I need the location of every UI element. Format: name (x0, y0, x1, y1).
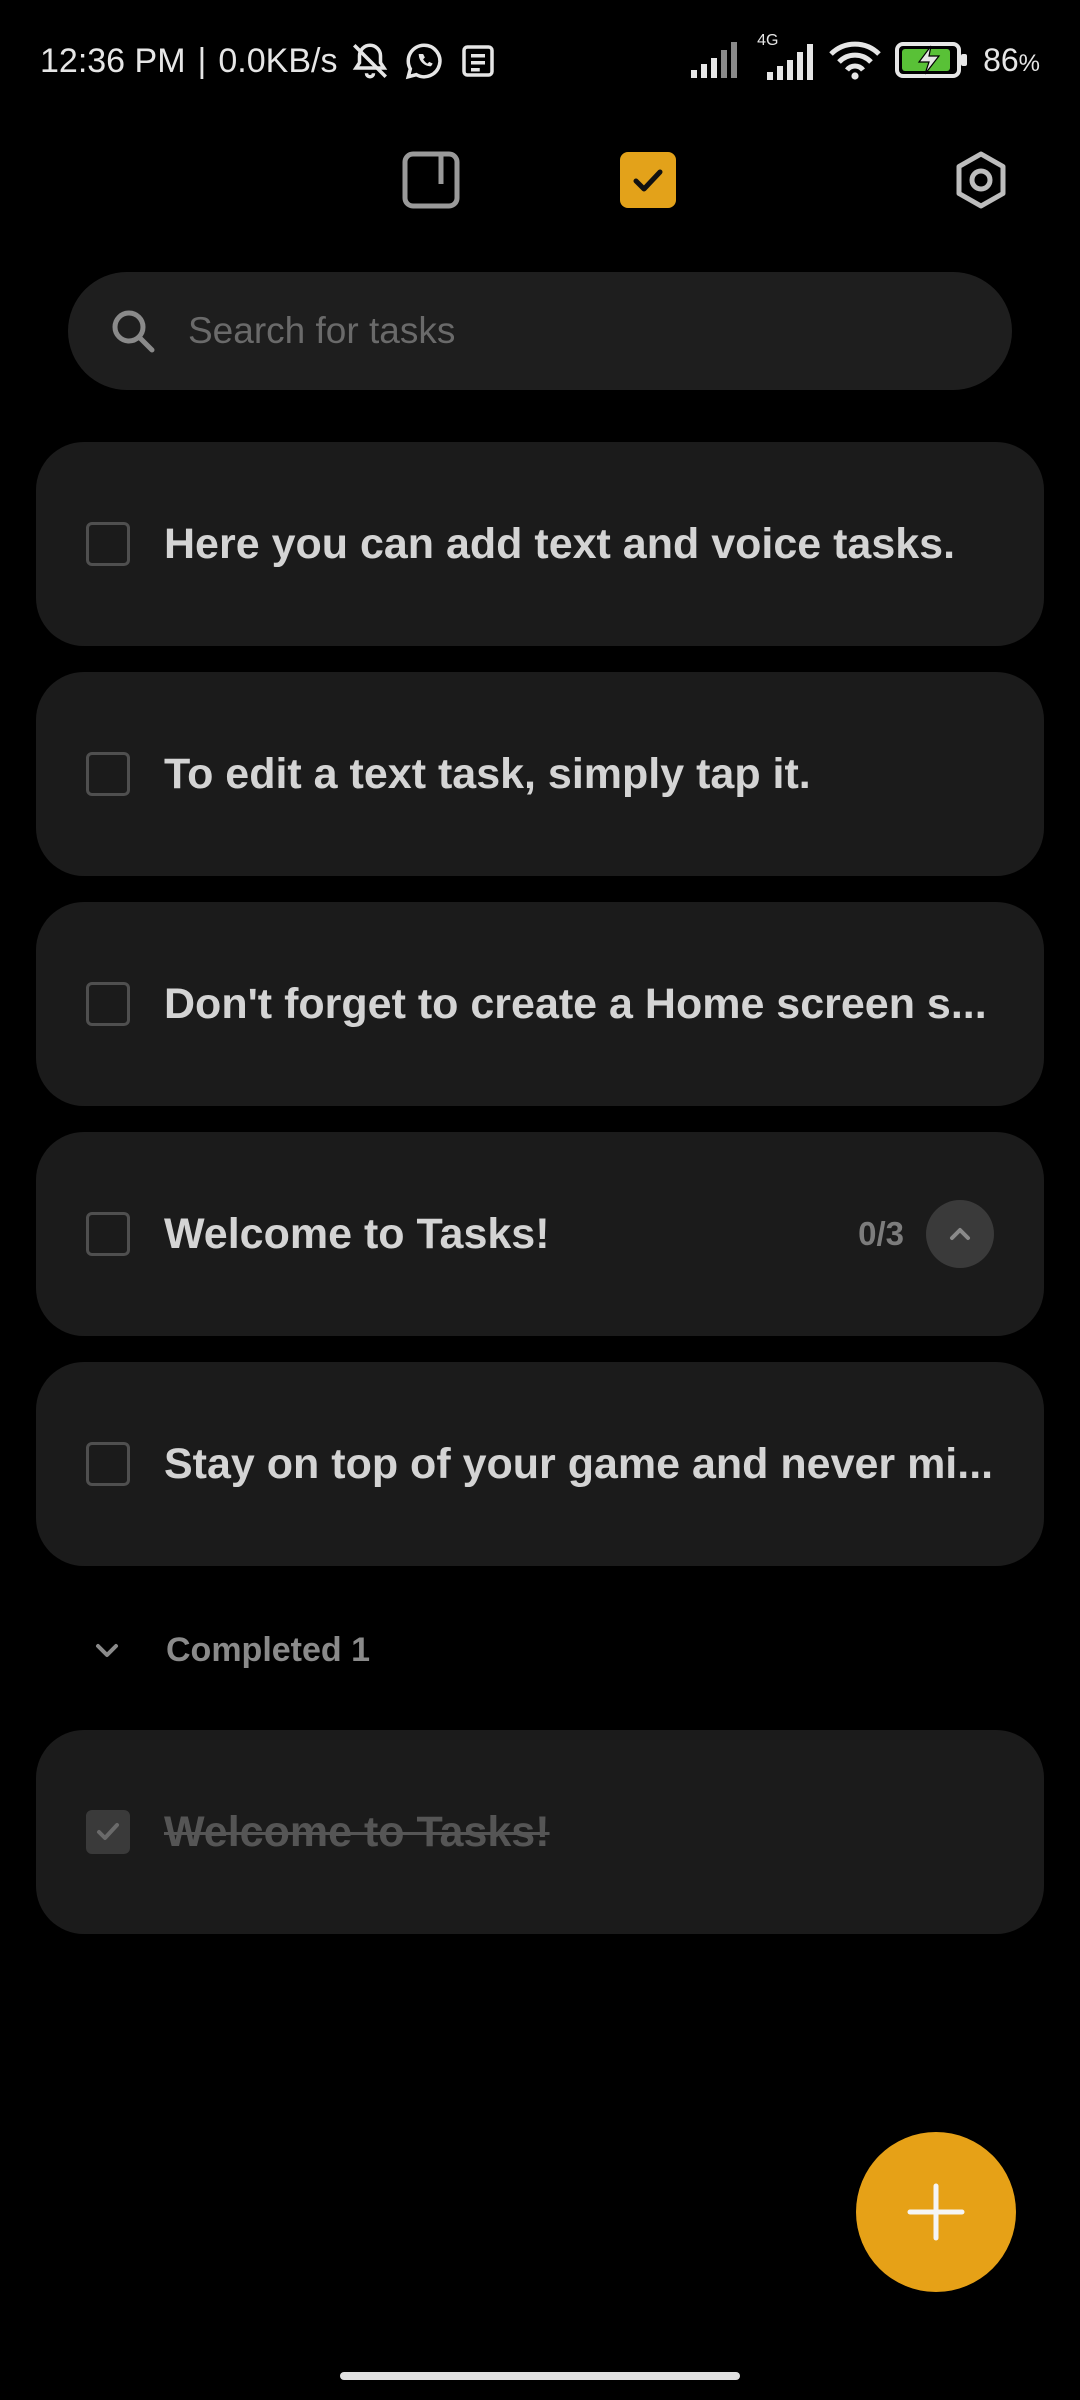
battery-level: 86 (983, 41, 1019, 78)
chevron-down-icon (96, 1644, 118, 1657)
battery-unit: % (1018, 49, 1040, 77)
search-icon (112, 310, 155, 353)
tasks-icon[interactable] (618, 150, 678, 210)
expand-subtasks-button[interactable] (926, 1200, 994, 1268)
news-icon (462, 45, 495, 77)
whatsapp-icon (406, 43, 443, 80)
status-bar: 12:36 PM | 0.0KB/s 4G 86% (0, 0, 1080, 130)
task-checkbox[interactable] (86, 1212, 130, 1256)
task-list: Here you can add text and voice tasks. T… (36, 442, 1044, 1592)
task-item[interactable]: Stay on top of your game and never mi... (36, 1362, 1044, 1566)
home-indicator[interactable] (340, 2372, 740, 2380)
wifi-icon (829, 41, 881, 80)
task-checkbox[interactable] (86, 1442, 130, 1486)
status-left: 12:36 PM | 0.0KB/s (40, 40, 499, 82)
add-task-button[interactable] (856, 2132, 1016, 2292)
task-checkbox[interactable] (86, 752, 130, 796)
task-text: Don't forget to create a Home screen s..… (164, 979, 987, 1028)
search-bar[interactable] (68, 272, 1012, 390)
task-text: Here you can add text and voice tasks. (164, 519, 956, 568)
battery-charging-icon (895, 42, 968, 78)
completed-task-item[interactable]: Welcome to Tasks! (36, 1730, 1044, 1934)
task-text: Stay on top of your game and never mi... (164, 1439, 994, 1488)
plus-icon (907, 2183, 965, 2241)
status-time: 12:36 PM (40, 41, 186, 80)
task-checkbox[interactable] (86, 982, 130, 1026)
task-item[interactable]: Welcome to Tasks! 0/3 (36, 1132, 1044, 1336)
signal-icon (691, 42, 738, 78)
task-text: Welcome to Tasks! (164, 1209, 550, 1258)
status-separator: | (197, 41, 207, 80)
status-net-speed: 0.0KB/s (218, 41, 338, 80)
chevron-up-icon (950, 1228, 970, 1240)
task-text: To edit a text task, simply tap it. (164, 749, 811, 798)
task-checkbox-checked[interactable] (86, 1810, 130, 1854)
subtask-count: 0/3 (858, 1215, 904, 1252)
bell-off-icon (353, 43, 388, 79)
completed-label: Completed 1 (166, 1630, 371, 1669)
search-input[interactable] (186, 309, 950, 353)
task-checkbox[interactable] (86, 522, 130, 566)
check-icon (97, 1823, 119, 1840)
task-text: Welcome to Tasks! (164, 1807, 550, 1856)
status-right: 4G 86% (689, 32, 1040, 80)
task-item[interactable]: Here you can add text and voice tasks. (36, 442, 1044, 646)
completed-toggle[interactable]: Completed 1 (88, 1620, 370, 1680)
notes-icon[interactable] (401, 150, 461, 210)
task-item[interactable]: To edit a text task, simply tap it. (36, 672, 1044, 876)
settings-icon[interactable] (951, 150, 1011, 210)
signal-4g-icon: 4G (755, 32, 815, 80)
top-toolbar (0, 130, 1080, 230)
task-item[interactable]: Don't forget to create a Home screen s..… (36, 902, 1044, 1106)
